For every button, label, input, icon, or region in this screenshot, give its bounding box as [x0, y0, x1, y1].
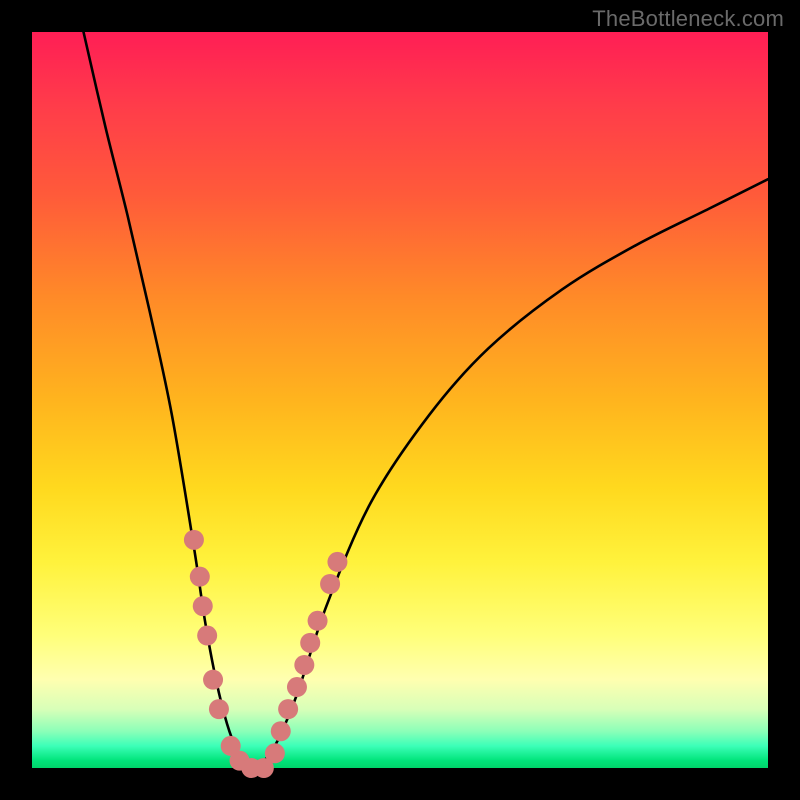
sample-point-marker	[271, 721, 291, 741]
sample-point-marker	[197, 626, 217, 646]
chart-frame: TheBottleneck.com	[0, 0, 800, 800]
sample-point-marker	[308, 611, 328, 631]
sample-point-marker	[327, 552, 347, 572]
sample-point-markers	[184, 530, 348, 778]
sample-point-marker	[184, 530, 204, 550]
plot-area	[32, 32, 768, 768]
sample-point-marker	[320, 574, 340, 594]
sample-point-marker	[190, 567, 210, 587]
sample-point-marker	[203, 670, 223, 690]
sample-point-marker	[287, 677, 307, 697]
sample-point-marker	[193, 596, 213, 616]
sample-point-marker	[278, 699, 298, 719]
watermark-text: TheBottleneck.com	[592, 6, 784, 32]
sample-point-marker	[294, 655, 314, 675]
sample-point-marker	[265, 743, 285, 763]
sample-point-marker	[209, 699, 229, 719]
curve-svg	[32, 32, 768, 768]
sample-point-marker	[300, 633, 320, 653]
bottleneck-curve	[84, 32, 768, 768]
